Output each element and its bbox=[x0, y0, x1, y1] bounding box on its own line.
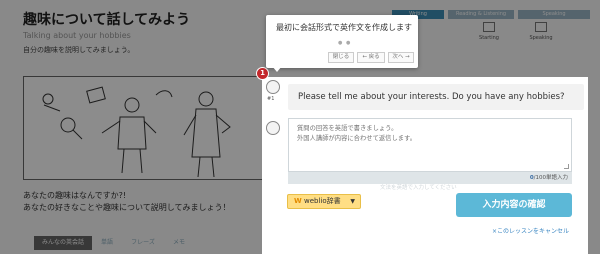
tooltip-next-button[interactable]: 次へ → bbox=[388, 52, 414, 63]
dictionary-label: weblio辞書 bbox=[303, 197, 341, 205]
tour-tooltip: 最初に会話形式で英作文を作成します ● ● 閉じる ← 戻る 次へ → bbox=[266, 15, 418, 72]
word-counter: 0/100単語入力 bbox=[530, 172, 568, 184]
tooltip-pager-dots: ● ● bbox=[338, 40, 352, 46]
user-avatar bbox=[266, 121, 280, 135]
teacher-prompt-text: Please tell me about your interests. Do … bbox=[298, 92, 565, 102]
tooltip-arrow bbox=[272, 66, 282, 72]
answer-input[interactable] bbox=[297, 124, 563, 166]
tooltip-text: 最初に会話形式で英作文を作成します bbox=[276, 23, 412, 32]
step-badge: 1 bbox=[256, 67, 269, 80]
resize-handle[interactable] bbox=[564, 164, 569, 169]
teacher-prompt-bubble: Please tell me about your interests. Do … bbox=[288, 84, 584, 110]
answer-box bbox=[288, 118, 572, 172]
teacher-avatar bbox=[266, 80, 280, 94]
tooltip-close-button[interactable]: 閉じる bbox=[328, 52, 354, 63]
input-hint: 文法を英語で入力してください bbox=[380, 185, 457, 191]
dictionary-button[interactable]: W weblio辞書 ▼ bbox=[287, 194, 361, 209]
avatar-tag: #1 bbox=[267, 96, 275, 102]
chevron-down-icon: ▼ bbox=[350, 198, 355, 205]
weblio-logo-icon: W bbox=[294, 197, 302, 205]
cancel-lesson-link[interactable]: ×このレッスンをキャンセル bbox=[492, 226, 569, 235]
confirm-input-button[interactable]: 入力内容の確認 bbox=[456, 193, 572, 217]
tooltip-back-button[interactable]: ← 戻る bbox=[357, 52, 385, 63]
word-limit: /100単語入力 bbox=[533, 175, 568, 181]
